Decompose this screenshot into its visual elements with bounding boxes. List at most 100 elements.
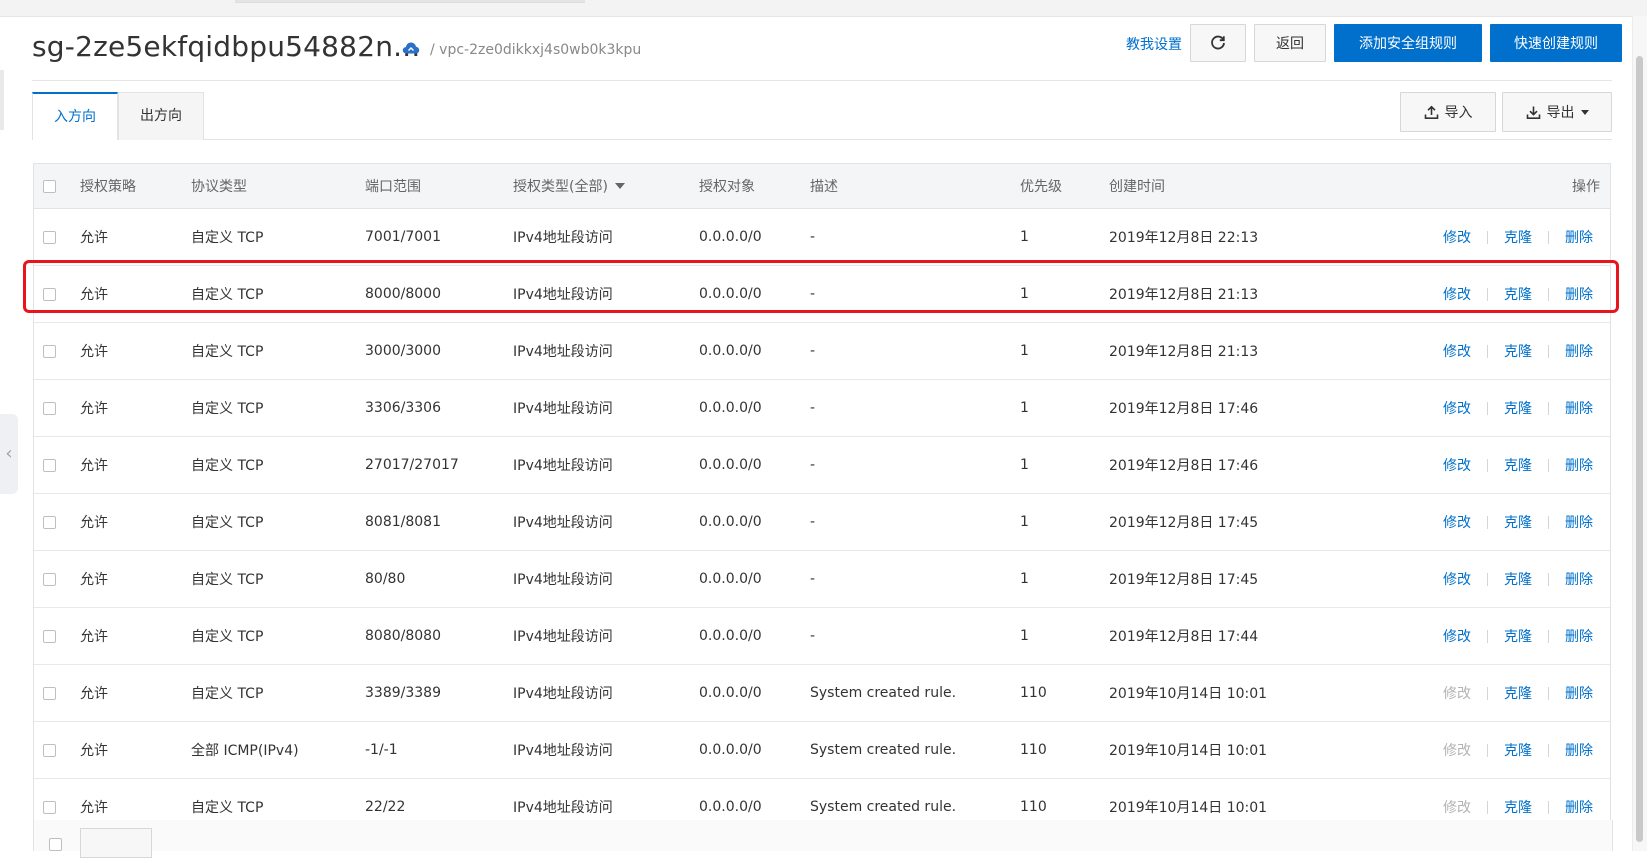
cell-priority: 110 [1020,685,1047,701]
cell-priority: 1 [1020,343,1029,359]
row-checkbox-cell [43,266,56,322]
tab-outbound[interactable]: 出方向 [118,92,204,140]
add-security-rule-button[interactable]: 添加安全组规则 [1334,24,1482,62]
delete-link[interactable]: 删除 [1565,569,1593,589]
footer-select-all-checkbox[interactable] [49,838,62,851]
row-checkbox[interactable] [43,572,56,586]
table-row: 允许 自定义 TCP 8000/8000 IPv4地址段访问 0.0.0.0/0 - 1 20… [34,266,1610,323]
edit-link[interactable]: 修改 [1443,512,1471,532]
export-dropdown-button[interactable]: 导出 [1502,92,1612,132]
row-checkbox[interactable] [43,458,56,472]
action-separator [1548,800,1549,814]
select-all-checkbox[interactable] [43,179,56,193]
clone-link[interactable]: 克隆 [1504,626,1532,646]
scrollbar-thumb[interactable] [1636,56,1643,842]
clone-link[interactable]: 克隆 [1504,683,1532,703]
action-separator [1487,572,1488,586]
action-separator [1548,686,1549,700]
cell-description: - [810,514,816,530]
clone-link[interactable]: 克隆 [1504,512,1532,532]
cell-policy: 允许 [80,230,108,246]
clone-link[interactable]: 克隆 [1504,797,1532,817]
row-actions: 修改 克隆 删除 [1443,494,1593,550]
delete-link[interactable]: 删除 [1565,512,1593,532]
clone-link[interactable]: 克隆 [1504,455,1532,475]
cell-description: - [810,628,816,644]
col-header-auth-type-filter[interactable]: 授权类型(全部) [513,164,625,208]
row-checkbox[interactable] [43,287,56,301]
row-checkbox[interactable] [43,230,56,244]
row-checkbox-cell [43,380,56,436]
tab-inbound[interactable]: 入方向 [32,92,118,140]
cell-port: 80/80 [365,571,406,587]
page-scrollbar[interactable] [1632,16,1647,851]
import-button[interactable]: 导入 [1400,92,1496,132]
clone-link[interactable]: 克隆 [1504,740,1532,760]
quick-create-rule-button[interactable]: 快速创建规则 [1490,24,1622,62]
delete-link[interactable]: 删除 [1565,740,1593,760]
delete-link[interactable]: 删除 [1565,797,1593,817]
clone-link[interactable]: 克隆 [1504,284,1532,304]
cloud-icon[interactable] [402,41,420,55]
row-checkbox[interactable] [43,800,56,814]
edit-link: 修改 [1443,686,1471,702]
delete-link[interactable]: 删除 [1565,398,1593,418]
cell-port: 3389/3389 [365,685,441,701]
edit-link[interactable]: 修改 [1443,227,1471,247]
clone-link[interactable]: 克隆 [1504,398,1532,418]
row-checkbox[interactable] [43,686,56,700]
edit-link[interactable]: 修改 [1443,398,1471,418]
upload-icon [1424,105,1438,119]
edit-link[interactable]: 修改 [1443,569,1471,589]
delete-link[interactable]: 删除 [1565,284,1593,304]
help-setup-link[interactable]: 教我设置 [1126,34,1182,54]
vpc-breadcrumb[interactable]: / vpc-2ze0dikkxj4s0wb0k3kpu [430,42,641,58]
col-header-policy: 授权策略 [80,179,136,195]
clone-link[interactable]: 克隆 [1504,341,1532,361]
edit-link[interactable]: 修改 [1443,341,1471,361]
back-button[interactable]: 返回 [1254,24,1326,62]
cell-description: System created rule. [810,685,957,701]
delete-link[interactable]: 删除 [1565,455,1593,475]
row-checkbox[interactable] [43,344,56,358]
cell-port: 3306/3306 [365,400,441,416]
cell-target: 0.0.0.0/0 [699,457,762,473]
table-footer [33,820,1613,858]
action-separator [1487,458,1488,472]
col-header-description: 描述 [810,179,838,195]
row-actions: 修改 克隆 删除 [1443,551,1593,607]
cell-port: 8081/8081 [365,514,441,530]
refresh-button[interactable] [1190,24,1246,62]
table-row: 允许 自定义 TCP 27017/27017 IPv4地址段访问 0.0.0.0/0 - 1… [34,437,1610,494]
security-rules-table: 授权策略 协议类型 端口范围 授权类型(全部) 授权对象 描述 优先级 创建时间… [33,163,1611,836]
caret-down-icon [1580,110,1589,115]
action-separator [1487,743,1488,757]
row-checkbox[interactable] [43,401,56,415]
row-checkbox[interactable] [43,629,56,643]
cell-protocol: 自定义 TCP [191,401,264,417]
delete-link[interactable]: 删除 [1565,683,1593,703]
sidebar-toggle-handle[interactable]: ‹ [0,414,18,494]
tabs-baseline [204,139,1612,140]
edit-link[interactable]: 修改 [1443,455,1471,475]
row-checkbox-cell [43,494,56,550]
table-body: 允许 自定义 TCP 7001/7001 IPv4地址段访问 0.0.0.0/0-1 20… [34,209,1610,836]
edit-link[interactable]: 修改 [1443,284,1471,304]
cell-policy: 允许 [80,743,108,759]
batch-action-button[interactable] [80,828,152,858]
delete-link[interactable]: 删除 [1565,626,1593,646]
download-icon [1526,106,1540,119]
header-divider [32,80,1612,81]
edit-link[interactable]: 修改 [1443,626,1471,646]
row-checkbox[interactable] [43,743,56,757]
left-rail [0,70,4,130]
clone-link[interactable]: 克隆 [1504,227,1532,247]
row-checkbox[interactable] [43,515,56,529]
delete-link[interactable]: 删除 [1565,227,1593,247]
clone-link[interactable]: 克隆 [1504,569,1532,589]
row-checkbox-cell [43,437,56,493]
table-row: 允许 自定义 TCP 3306/3306 IPv4地址段访问 0.0.0.0/0 - 1 20… [34,380,1610,437]
delete-link[interactable]: 删除 [1565,341,1593,361]
cell-target: 0.0.0.0/0 [699,400,762,416]
cell-target: 0.0.0.0/0 [699,286,762,302]
